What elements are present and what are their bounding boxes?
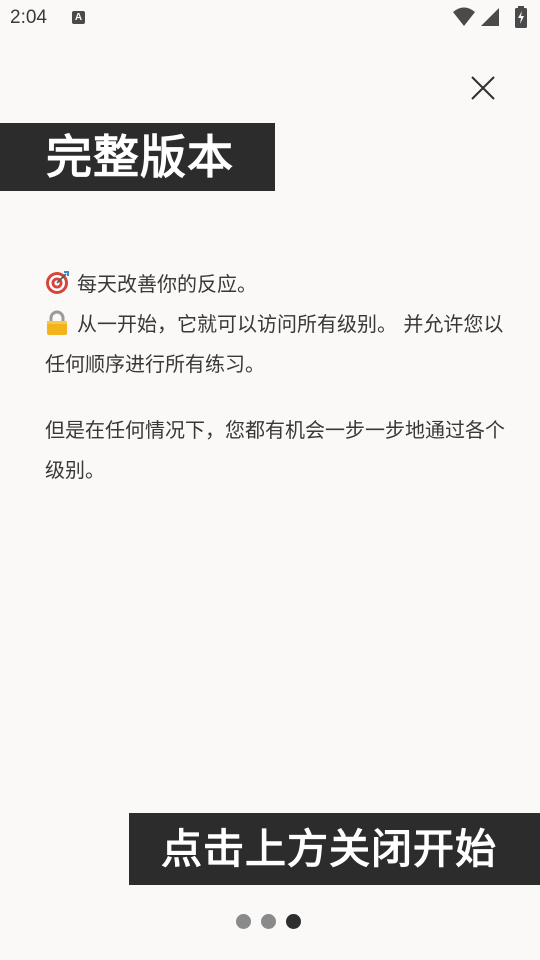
status-icons <box>452 6 532 28</box>
page-title: 完整版本 <box>46 130 234 184</box>
cellular-signal-icon <box>481 8 499 26</box>
status-bar: 2:04 A <box>0 0 540 38</box>
paragraph-1: 每天改善你的反应。 从一开始，它就可以访问所有级别。 并允许您以任何顺序进行所有… <box>45 264 505 384</box>
close-icon <box>471 76 495 100</box>
page-dot-3[interactable] <box>286 914 301 929</box>
benefit-line-2: 从一开始，它就可以访问所有级别。 并允许您以任何顺序进行所有练习。 <box>45 312 504 376</box>
title-banner: 完整版本 <box>0 123 275 191</box>
start-hint-banner[interactable]: 点击上方关闭开始 <box>129 813 540 885</box>
wifi-icon <box>453 7 475 26</box>
page-dot-2[interactable] <box>261 914 276 929</box>
benefit-line-1: 每天改善你的反应。 <box>77 272 257 296</box>
paragraph-2: 但是在任何情况下，您都有机会一步一步地通过各个级别。 <box>45 418 505 482</box>
close-button[interactable] <box>463 68 503 108</box>
notification-a-icon: A <box>72 11 85 24</box>
start-hint-text: 点击上方关闭开始 <box>161 825 497 873</box>
description: 每天改善你的反应。 从一开始，它就可以访问所有级别。 并允许您以任何顺序进行所有… <box>45 264 505 490</box>
battery-charging-icon <box>515 6 527 28</box>
status-time: 2:04 <box>10 7 47 28</box>
lock-emoji-icon <box>47 310 67 335</box>
page-dot-1[interactable] <box>236 914 251 929</box>
target-emoji-icon <box>46 271 69 294</box>
page-indicator <box>236 914 306 930</box>
